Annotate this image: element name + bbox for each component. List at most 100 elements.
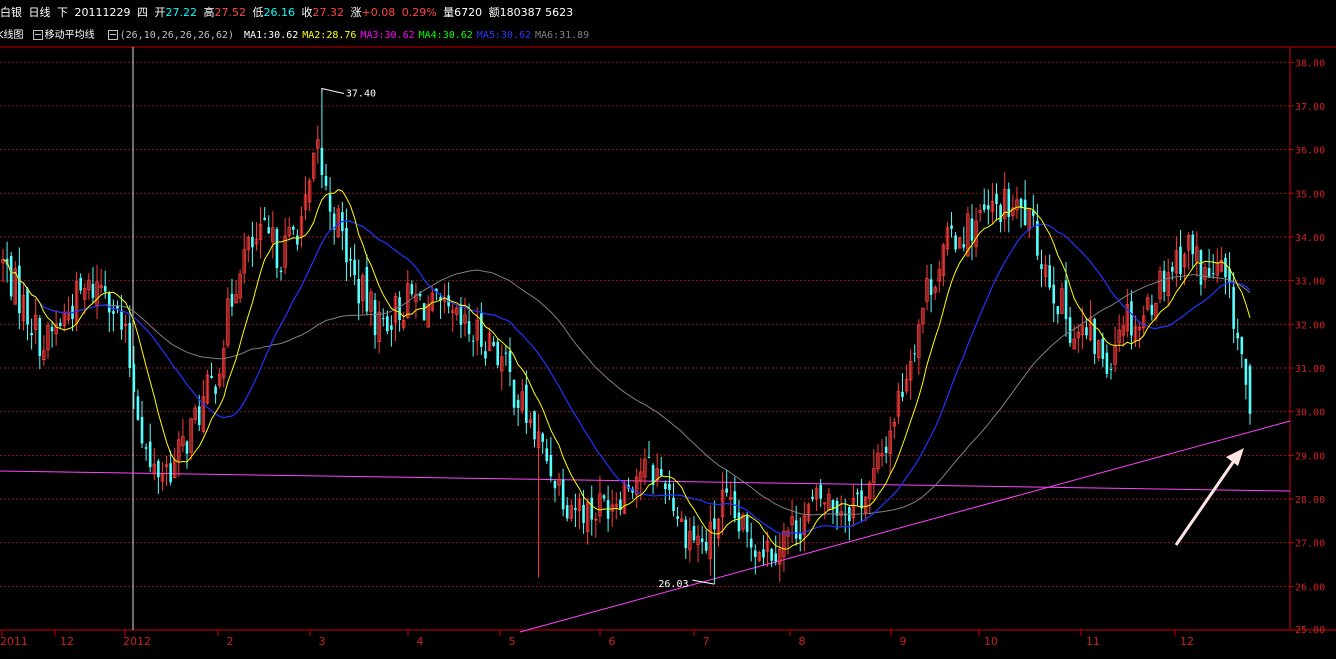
candle-body-down	[860, 490, 863, 509]
candle-body-down	[549, 455, 553, 477]
high-marker-line	[321, 87, 345, 94]
candle-body-down	[602, 495, 606, 499]
time-tick-label: 7	[703, 635, 710, 648]
candle-body-down	[884, 446, 888, 453]
candle-body-down	[1064, 280, 1068, 320]
candle-body-down	[1244, 358, 1248, 385]
candle-body-down	[982, 204, 986, 210]
candle-body-down	[230, 293, 234, 307]
candle-body-down	[422, 303, 426, 321]
arrow-shaft	[1174, 454, 1240, 546]
candle-body-down	[704, 541, 708, 551]
annotation-layer: 37.40 26.03	[321, 87, 1244, 590]
candle-body-down	[291, 226, 295, 230]
candle-body-down	[30, 332, 33, 336]
candle-body-down	[480, 313, 483, 347]
ma-short-line	[2, 189, 1251, 550]
candle-body-down	[1211, 273, 1215, 275]
candle-body-down	[995, 193, 998, 204]
candle-body-down	[9, 256, 13, 297]
candle-body-down	[1191, 234, 1195, 255]
candle-body-down	[856, 492, 859, 495]
candle-body-down	[296, 235, 299, 245]
candle-body-down	[541, 433, 544, 442]
candle-body-down	[970, 218, 974, 241]
price-tick-label: 33.00	[1295, 277, 1325, 288]
candle-body-down	[504, 352, 508, 354]
candle-layer	[1, 92, 1252, 585]
candle-body-down	[1130, 301, 1133, 336]
candle-body-down	[574, 508, 577, 510]
candle-body-down	[565, 505, 569, 519]
candle-body-down	[1179, 246, 1182, 275]
candle-body-down	[999, 205, 1002, 222]
candle-body-down	[320, 147, 324, 176]
candle-body-down	[459, 304, 463, 325]
candle-body-down	[148, 441, 152, 468]
price-tick-label: 26.00	[1295, 582, 1325, 593]
candle-body-down	[553, 481, 557, 489]
candle-body-down	[798, 532, 802, 540]
candle-body-down	[1036, 220, 1039, 256]
candle-body-down	[1240, 337, 1244, 355]
candle-body-down	[496, 341, 500, 366]
candle-body-down	[659, 468, 663, 476]
candle-body-down	[353, 259, 356, 276]
candle-body-down	[467, 321, 471, 335]
candle-body-down	[913, 353, 917, 355]
candle-body-down	[561, 479, 565, 510]
candle-body-down	[1023, 199, 1027, 225]
candle-body-down	[582, 504, 585, 523]
candle-body-down	[684, 519, 688, 549]
candle-body-down	[954, 235, 957, 250]
candle-body-down	[664, 483, 667, 490]
time-tick-label: 2011	[0, 635, 28, 648]
price-tick-label: 36.00	[1295, 146, 1325, 157]
candle-body-down	[512, 379, 516, 408]
candle-body-down	[157, 460, 160, 478]
candle-body-down	[672, 497, 675, 512]
price-tick-label: 29.00	[1295, 451, 1325, 462]
candle-body-down	[700, 538, 704, 543]
candle-body-down	[263, 217, 266, 220]
candle-body-down	[132, 363, 136, 392]
time-tick-label: 4	[417, 635, 424, 648]
candle-body-down	[349, 258, 352, 261]
candle-body-down	[1248, 365, 1252, 414]
time-tick-label: 9	[900, 635, 907, 648]
candle-body-down	[144, 447, 148, 449]
candle-body-down	[169, 463, 172, 483]
time-tick-label: 11	[1086, 635, 1100, 648]
price-tick-label: 28.00	[1295, 495, 1325, 506]
candle-body-down	[140, 417, 144, 444]
candle-body-down	[835, 500, 839, 516]
candle-body-down	[38, 318, 42, 357]
price-tick-label: 30.00	[1295, 408, 1325, 419]
candle-body-down	[508, 350, 512, 372]
candle-body-down	[471, 340, 475, 342]
candle-body-down	[492, 341, 495, 346]
candle-body-down	[279, 270, 283, 273]
candle-body-down	[1105, 352, 1109, 374]
price-tick-label: 25.00	[1295, 625, 1325, 636]
candle-body-down	[345, 227, 348, 263]
candle-body-down	[1199, 250, 1203, 285]
candle-body-down	[136, 396, 140, 420]
candle-body-down	[668, 483, 671, 490]
price-tick-label: 37.00	[1295, 102, 1325, 113]
candle-body-down	[410, 284, 414, 295]
candlestick-chart: 38.00 37.00 36.00 35.00 34.00 33.00 32.00 31.00…	[0, 46, 1336, 648]
moving-average-layer	[2, 189, 1251, 550]
candle-body-down	[128, 322, 132, 368]
high-annotation-label: 37.40	[346, 88, 376, 99]
candle-body-down	[1162, 270, 1166, 292]
candle-body-down	[745, 515, 749, 532]
candle-body-down	[811, 496, 814, 500]
candle-body-down	[647, 456, 651, 458]
time-tick-label: 8	[799, 635, 806, 648]
axis-layer: 38.00 37.00 36.00 35.00 34.00 33.00 32.00 31.00…	[0, 58, 1325, 648]
low-annotation-label: 26.03	[658, 579, 688, 590]
time-tick-label: 3	[319, 635, 326, 648]
candle-body-down	[328, 194, 332, 212]
candle-body-down	[753, 550, 757, 557]
